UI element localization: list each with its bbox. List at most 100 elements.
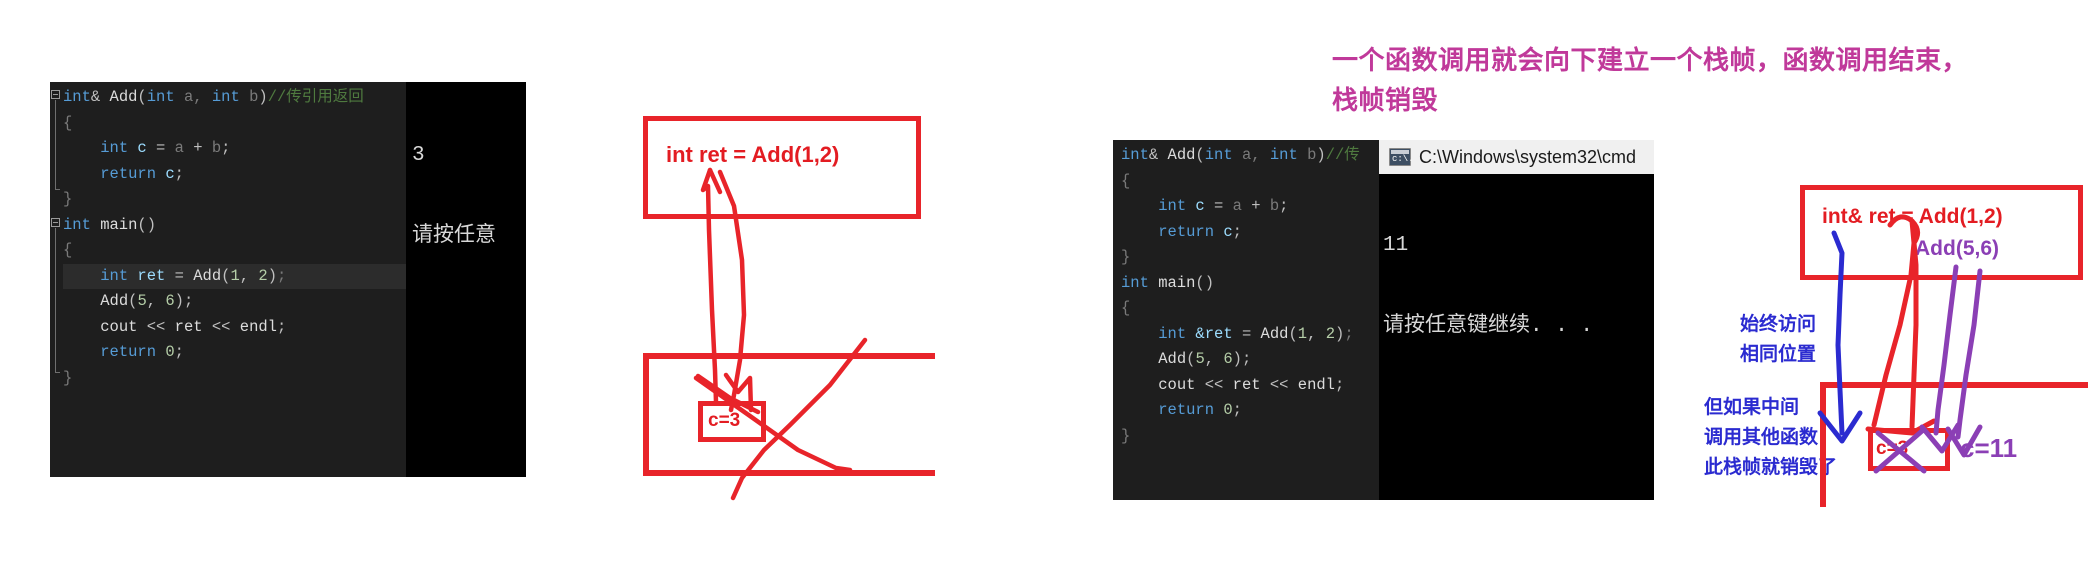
code-token: 1 (1297, 324, 1308, 343)
code-token: ret (1232, 375, 1270, 394)
console-body-right[interactable]: 11 请按任意键继续. . . (1379, 174, 1654, 500)
code-token: ( (137, 88, 147, 106)
code-token: 6 (1223, 350, 1233, 368)
code-token: { (1121, 299, 1131, 317)
code-token: cout (100, 317, 147, 336)
code-token: main (90, 215, 138, 234)
code-line[interactable]: { (1121, 169, 1379, 195)
fold-rule-add-fn (55, 100, 60, 190)
code-token: , (1204, 350, 1224, 368)
code-token: main (1148, 273, 1196, 292)
code-line[interactable]: } (1121, 424, 1379, 450)
code-token: ) (267, 266, 278, 285)
headline-line-2: 栈帧销毁 (1332, 85, 1439, 115)
code-token: ; (1334, 375, 1345, 394)
code-line[interactable]: int c = a + b; (1121, 194, 1379, 220)
code-line[interactable]: return 0; (1121, 398, 1379, 424)
console-output-left-line-2: 请按任意 (412, 225, 496, 248)
code-token: ; (1279, 197, 1289, 215)
code-token: a (174, 139, 194, 157)
code-line[interactable]: int &ret = Add(1, 2); (1121, 322, 1379, 348)
console-output-left-line-1: 3 (412, 144, 425, 167)
code-token: int (146, 88, 175, 106)
code-token: , (146, 292, 166, 310)
code-line[interactable]: Add(5, 6); (1121, 347, 1379, 373)
code-token: int (1121, 146, 1149, 164)
code-token: ) (174, 292, 184, 310)
diagram-left: int ret = Add(1,2) c=3 (630, 110, 960, 501)
code-token: a, (174, 88, 212, 106)
code-token: ; (221, 139, 231, 157)
code-token: 2 (258, 266, 268, 285)
code-token: } (63, 368, 73, 387)
diagram-left-handdrawn-strokes (693, 167, 868, 501)
code-token: return (100, 164, 157, 183)
code-token: , (1307, 324, 1326, 343)
console-title-text: C:\Windows\system32\cmd (1419, 146, 1637, 167)
code-token: Add (1167, 146, 1196, 164)
code-token: ) (1232, 350, 1242, 368)
code-token: 0 (1223, 401, 1233, 419)
code-token: 6 (165, 292, 175, 310)
code-token: a, (1232, 146, 1270, 164)
code-token: ; (174, 343, 184, 361)
code-token: &ret (1186, 324, 1242, 343)
code-token: } (63, 190, 73, 208)
code-token: b (1297, 146, 1317, 164)
code-token: 1 (230, 266, 240, 285)
code-token: c (1186, 197, 1215, 215)
code-line[interactable]: int main() (1121, 271, 1379, 297)
code-token: a (1232, 197, 1252, 215)
code-token: ) (1335, 324, 1345, 343)
code-token: int (1204, 146, 1233, 164)
code-line[interactable]: int& Add(int a, int b)//传 (1121, 143, 1379, 169)
code-token: endl (239, 317, 277, 336)
console-titlebar-right[interactable]: C:\Windows\system32\cmd (1379, 140, 1654, 174)
console-window-left[interactable]: 3 请按任意 (406, 82, 526, 477)
console-output-right-line-2: 请按任意键继续. . . (1383, 315, 1594, 338)
cmd-prompt-icon (1389, 148, 1414, 166)
code-token: c (128, 139, 157, 157)
code-editor-panel-right[interactable]: int& Add(int a, int b)//传 { int c = a + b… (1113, 140, 1379, 500)
console-window-right[interactable]: C:\Windows\system32\cmd 11 请按任意键继续. . . (1379, 140, 1654, 500)
code-token: return (1158, 222, 1215, 241)
code-token: = (1214, 197, 1233, 215)
code-token: , (239, 266, 259, 285)
code-line[interactable]: { (1121, 296, 1379, 322)
code-token: ; (1241, 350, 1252, 368)
code-token: ; (174, 164, 184, 183)
code-token: () (1195, 273, 1215, 292)
code-token: ; (277, 266, 287, 285)
code-token: << (211, 317, 240, 336)
code-token: b (239, 88, 259, 106)
code-token: int (63, 215, 91, 234)
code-token: & (1148, 146, 1168, 164)
code-token: return (1158, 401, 1215, 419)
code-line[interactable]: cout << ret << endl; (1121, 373, 1379, 399)
code-token: ; (1232, 401, 1242, 419)
code-token: int (211, 88, 240, 106)
code-token: ( (1288, 324, 1298, 343)
fold-rule-main-fn (55, 228, 60, 373)
code-token: ( (1195, 146, 1205, 164)
code-token: int (1121, 273, 1149, 292)
code-line[interactable]: return c; (1121, 220, 1379, 246)
code-token: int (1269, 146, 1298, 164)
code-token: c (1214, 222, 1233, 241)
code-token: int (100, 139, 129, 157)
code-token: { (1121, 171, 1131, 190)
code-line[interactable]: } (1121, 245, 1379, 271)
code-token: () (137, 215, 157, 234)
headline-note: 一个函数调用就会向下建立一个栈帧，函数调用结束， 栈帧销毁 (1332, 40, 1992, 120)
code-token: ) (1316, 146, 1326, 164)
collapse-toggle-add-fn[interactable] (51, 90, 60, 99)
collapse-toggle-main-fn[interactable] (51, 218, 60, 227)
code-token: << (146, 317, 175, 336)
code-token: c (156, 164, 175, 183)
